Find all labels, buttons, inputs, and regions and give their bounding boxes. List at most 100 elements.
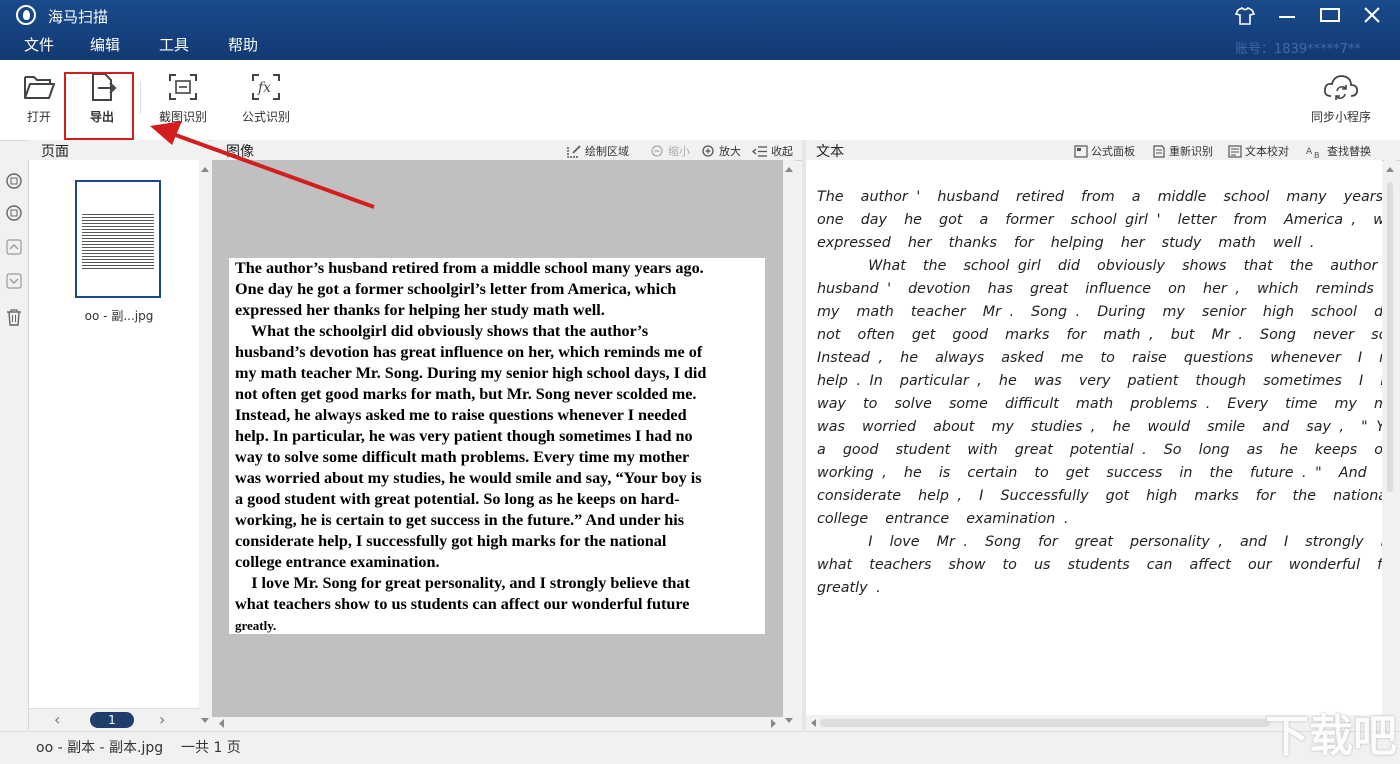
document-image-line: not often get good marks for math, but M… [235, 385, 697, 403]
zoom-in-icon [702, 145, 714, 157]
page-thumbnail[interactable] [75, 180, 161, 298]
document-image-line: help. In particular, he was very patient… [235, 427, 693, 445]
sync-miniprogram-button[interactable]: 同步小程序 [1304, 72, 1378, 132]
recognized-text-line[interactable]: one day he got a former school girl ' le… [817, 209, 1382, 232]
screenshot-ocr-icon [169, 74, 197, 100]
svg-text:fx: fx [257, 80, 271, 96]
skin-icon[interactable] [1233, 5, 1257, 27]
re-recognize-icon [1153, 145, 1165, 158]
svg-text:B: B [1314, 151, 1320, 158]
delete-icon[interactable] [5, 308, 23, 326]
page-tools-strip [0, 160, 29, 730]
zoom-out-label: 缩小 [668, 145, 690, 158]
document-image-line: greatly. [235, 618, 277, 633]
formula-ocr-button[interactable]: fx 公式识别 [238, 72, 294, 132]
image-viewer[interactable]: The author’s husband retired from a midd… [212, 160, 783, 717]
collapse-icon [751, 146, 767, 157]
toolbar-divider [140, 82, 141, 114]
rotate-right-icon[interactable] [5, 172, 23, 190]
zoom-in-label: 放大 [719, 145, 741, 158]
formula-icon: fx [252, 74, 280, 100]
prev-page-button[interactable]: ‹ [54, 710, 60, 729]
recognized-text-line[interactable]: working , he is certain to get success i… [817, 462, 1382, 485]
rotate-left-icon[interactable] [5, 204, 23, 222]
recognized-text-line[interactable]: was worried about my studies , he would … [817, 416, 1382, 439]
recognized-text-line[interactable]: What the school girl did obviously shows… [817, 255, 1382, 278]
text-title: 文本 [816, 144, 844, 160]
recognized-text-line[interactable]: my math teacher Mr . Song . During my se… [817, 301, 1382, 324]
formula-panel-tool[interactable]: 公式面板 [1074, 143, 1135, 159]
re-recognize-tool[interactable]: 重新识别 [1152, 143, 1213, 159]
close-icon[interactable] [1360, 5, 1384, 27]
document-image-line: One day he got a former schoolgirl’s let… [235, 280, 677, 298]
draw-area-icon [567, 145, 581, 158]
find-replace-tool[interactable]: A B 查找替换 [1306, 143, 1371, 160]
move-up-icon[interactable] [5, 238, 23, 256]
move-down-icon[interactable] [5, 272, 23, 290]
export-highlight-box [64, 72, 134, 140]
document-image-line: considerate help, I successfully got hig… [235, 532, 667, 550]
document-image-line: What the schoolgirl did obviously shows … [235, 322, 649, 340]
recognized-text-line[interactable]: I love Mr . Song for great personality ,… [817, 531, 1382, 554]
formula-ocr-label: 公式识别 [241, 110, 290, 124]
draw-area-label: 绘制区域 [585, 145, 629, 158]
menu-help[interactable]: 帮助 [228, 34, 258, 55]
draw-area-tool[interactable]: 绘制区域 [567, 143, 629, 159]
recognized-text-editor[interactable]: The author ' husband retired from a midd… [806, 160, 1382, 715]
cloud-sync-icon [1323, 75, 1359, 100]
minimize-icon[interactable] [1275, 5, 1299, 27]
menu-file[interactable]: 文件 [24, 34, 54, 55]
svg-text:A: A [1306, 147, 1313, 157]
recognized-text-line[interactable]: expressed her thanks for helping her stu… [817, 232, 1382, 255]
zoom-out-tool[interactable]: 缩小 [651, 143, 690, 159]
collapse-label: 收起 [771, 145, 793, 158]
document-image-line: Instead, he always asked me to raise que… [235, 406, 687, 424]
status-filename: oo - 副本 - 副本.jpg [36, 740, 164, 756]
find-replace-label: 查找替换 [1327, 145, 1371, 158]
document-image-line: expressed her thanks for helping her stu… [235, 301, 605, 319]
scanned-document-image: The author’s husband retired from a midd… [229, 258, 765, 634]
recognized-text-line[interactable]: way to solve some difficult math problem… [817, 393, 1382, 416]
recognized-text-line[interactable]: what teachers show to us students can af… [817, 554, 1382, 577]
document-image-line: was worried about my studies, he would s… [235, 469, 702, 487]
zoom-out-icon [651, 145, 663, 157]
next-page-button[interactable]: › [159, 710, 165, 729]
folder-icon [24, 76, 55, 99]
screenshot-ocr-label: 截图识别 [158, 110, 207, 124]
recognized-text-body[interactable]: The author ' husband retired from a midd… [817, 186, 1382, 600]
image-title: 图像 [226, 144, 254, 160]
proofread-tool[interactable]: 文本校对 [1228, 143, 1289, 159]
image-horizontal-scrollbar[interactable] [212, 717, 783, 730]
menu-tools[interactable]: 工具 [159, 34, 189, 55]
recognized-text-line[interactable]: greatly . [817, 577, 1382, 600]
pages-title: 页面 [41, 144, 69, 160]
image-vertical-scrollbar[interactable] [783, 160, 795, 730]
thumbnail-filename: oo - 副...jpg [84, 309, 154, 323]
recognized-text-line[interactable]: help . In particular , he was very patie… [817, 370, 1382, 393]
status-bar: oo - 副本 - 副本.jpg 一共 1 页 [0, 731, 1400, 760]
proofread-label: 文本校对 [1245, 145, 1289, 158]
maximize-icon[interactable] [1318, 5, 1342, 27]
recognized-text-line[interactable]: The author ' husband retired from a midd… [817, 186, 1382, 209]
recognized-text-line[interactable]: husband ' devotion has great influence o… [817, 278, 1382, 301]
recognized-text-line[interactable]: college entrance examination . [817, 508, 1382, 531]
title-bar: 海马扫描 文件 编辑 工具 帮助 账号：1839*****7** [0, 0, 1400, 60]
pages-scrollbar[interactable] [199, 160, 211, 730]
zoom-in-tool[interactable]: 放大 [702, 143, 741, 159]
recognized-text-line[interactable]: not often get good marks for math , but … [817, 324, 1382, 347]
formula-panel-icon [1074, 145, 1088, 158]
screenshot-ocr-button[interactable]: 截图识别 [155, 72, 211, 132]
document-image-line: I love Mr. Song for great personality, a… [235, 574, 690, 592]
recognized-text-line[interactable]: a good student with great potential . So… [817, 439, 1382, 462]
document-image-line: working, he is certain to get success in… [235, 511, 685, 529]
open-button[interactable]: 打开 [20, 72, 58, 132]
text-vertical-scrollbar[interactable] [1384, 160, 1396, 715]
re-recognize-label: 重新识别 [1169, 145, 1213, 158]
app-title: 海马扫描 [48, 8, 109, 26]
document-image-line: what teachers show to us students can af… [235, 595, 690, 613]
recognized-text-line[interactable]: considerate help , I Successfully got hi… [817, 485, 1382, 508]
recognized-text-line[interactable]: Instead , he always asked me to raise qu… [817, 347, 1382, 370]
menu-edit[interactable]: 编辑 [90, 34, 120, 55]
collapse-tool[interactable]: 收起 [751, 143, 793, 159]
status-page-count: 一共 1 页 [181, 740, 241, 756]
